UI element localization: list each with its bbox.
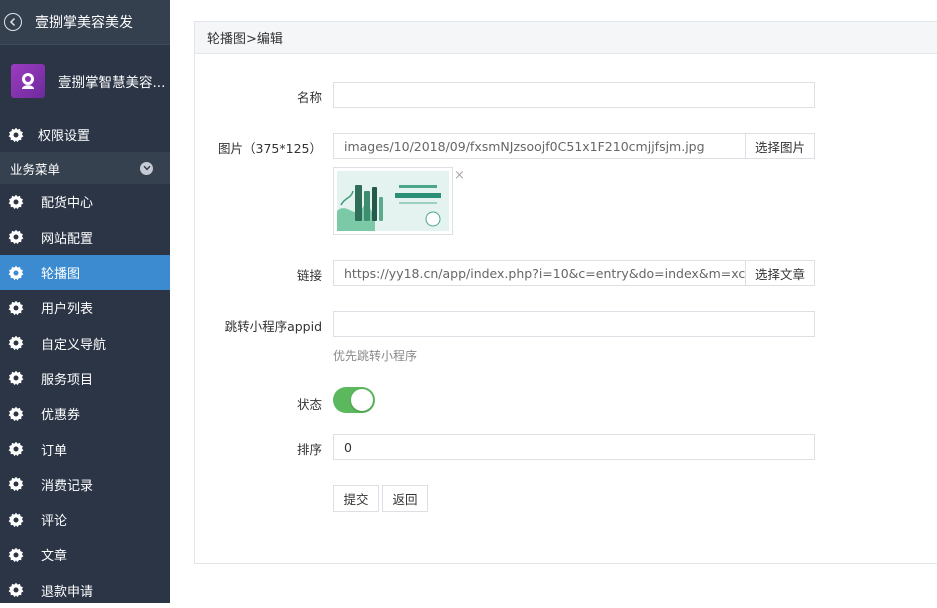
gear-icon: [8, 194, 24, 210]
sidebar-item[interactable]: 评论: [0, 502, 170, 537]
sidebar-item[interactable]: 服务项目: [0, 361, 170, 396]
gear-icon: [8, 441, 24, 457]
sidebar-item-permissions[interactable]: 权限设置: [0, 117, 170, 152]
gear-icon: [8, 547, 24, 563]
account-name: 壹捌掌智慧美容...: [58, 75, 166, 91]
image-preview: [333, 167, 453, 235]
sidebar-menu: 配货中心网站配置轮播图用户列表自定义导航服务项目优惠券订单消费记录评论文章退款申…: [0, 184, 170, 608]
image-label: 图片（375*125）: [218, 141, 322, 156]
sidebar-item[interactable]: 自定义导航: [0, 325, 170, 360]
sidebar-item[interactable]: 网站配置: [0, 220, 170, 255]
sidebar-item-label: 轮播图: [41, 267, 81, 283]
sidebar-item-label: 配货中心: [41, 196, 94, 212]
gear-icon: [8, 229, 24, 245]
link-label: 链接: [296, 268, 322, 283]
breadcrumb: 轮播图>编辑: [195, 22, 937, 54]
sidebar-item-label: 自定义导航: [41, 337, 107, 353]
gear-icon: [8, 406, 24, 422]
sidebar-item[interactable]: 用户列表: [0, 290, 170, 325]
sidebar: 壹捌掌美容美发 壹捌掌智慧美容... 权限设置 业务菜单 配货中心网站配置轮播图…: [0, 0, 170, 603]
sidebar-item[interactable]: 轮播图: [0, 254, 170, 291]
back-button[interactable]: 返回: [382, 485, 428, 512]
select-article-button[interactable]: 选择文章: [745, 260, 815, 286]
gear-icon: [8, 582, 24, 598]
sort-label: 排序: [296, 442, 322, 457]
remove-image-icon[interactable]: ×: [454, 168, 465, 183]
gear-icon: [8, 265, 24, 281]
sidebar-item-label: 权限设置: [38, 129, 91, 145]
gear-icon: [8, 127, 24, 143]
sidebar-item[interactable]: 优惠券: [0, 396, 170, 431]
sidebar-item-label: 网站配置: [41, 231, 94, 247]
sidebar-item[interactable]: 消费记录: [0, 467, 170, 502]
section-label: 业务菜单: [10, 161, 61, 177]
select-image-button[interactable]: 选择图片: [745, 133, 815, 159]
name-label: 名称: [296, 90, 322, 105]
sort-input[interactable]: 0: [333, 434, 815, 460]
status-row: 状态: [195, 388, 937, 414]
gear-icon: [8, 370, 24, 386]
image-path-input[interactable]: images/10/2018/09/fxsmNJzsoojf0C51x1F210…: [333, 133, 746, 159]
name-input[interactable]: [333, 82, 815, 108]
sidebar-item-label: 评论: [41, 514, 68, 530]
sidebar-item-label: 文章: [41, 549, 68, 565]
gear-icon: [8, 476, 24, 492]
link-input[interactable]: https://yy18.cn/app/index.php?i=10&c=ent…: [333, 260, 746, 286]
gear-icon: [8, 300, 24, 316]
sidebar-item-label: 退款申请: [41, 584, 94, 600]
back-icon[interactable]: [4, 13, 22, 31]
sidebar-item[interactable]: 配货中心: [0, 184, 170, 219]
sidebar-item[interactable]: 文章: [0, 537, 170, 572]
status-toggle[interactable]: [333, 387, 375, 413]
chevron-down-icon: [140, 161, 153, 175]
toggle-knob: [351, 389, 373, 411]
edit-panel: 轮播图>编辑 名称 图片（375*125） images/10/2018/09/…: [194, 21, 937, 564]
sidebar-item-label: 订单: [41, 443, 68, 459]
sidebar-item[interactable]: 订单: [0, 431, 170, 466]
gear-icon: [8, 335, 24, 351]
appid-input[interactable]: [333, 311, 815, 337]
sidebar-item-label: 用户列表: [41, 302, 94, 318]
avatar: [11, 64, 45, 98]
app-title: 壹捌掌美容美发: [35, 15, 133, 31]
appid-hint: 优先跳转小程序: [333, 349, 418, 363]
sidebar-item-label: 优惠券: [41, 408, 81, 424]
sidebar-item-label: 消费记录: [41, 478, 94, 494]
account-card[interactable]: 壹捌掌智慧美容...: [0, 45, 170, 117]
sidebar-header: 壹捌掌美容美发: [0, 0, 170, 45]
appid-label: 跳转小程序appid: [224, 319, 322, 334]
status-label: 状态: [296, 397, 322, 412]
banner-thumbnail: [337, 171, 449, 231]
gear-icon: [8, 512, 24, 528]
submit-button[interactable]: 提交: [333, 485, 379, 512]
sidebar-item-label: 服务项目: [41, 372, 94, 388]
business-menu-header[interactable]: 业务菜单: [0, 152, 170, 185]
